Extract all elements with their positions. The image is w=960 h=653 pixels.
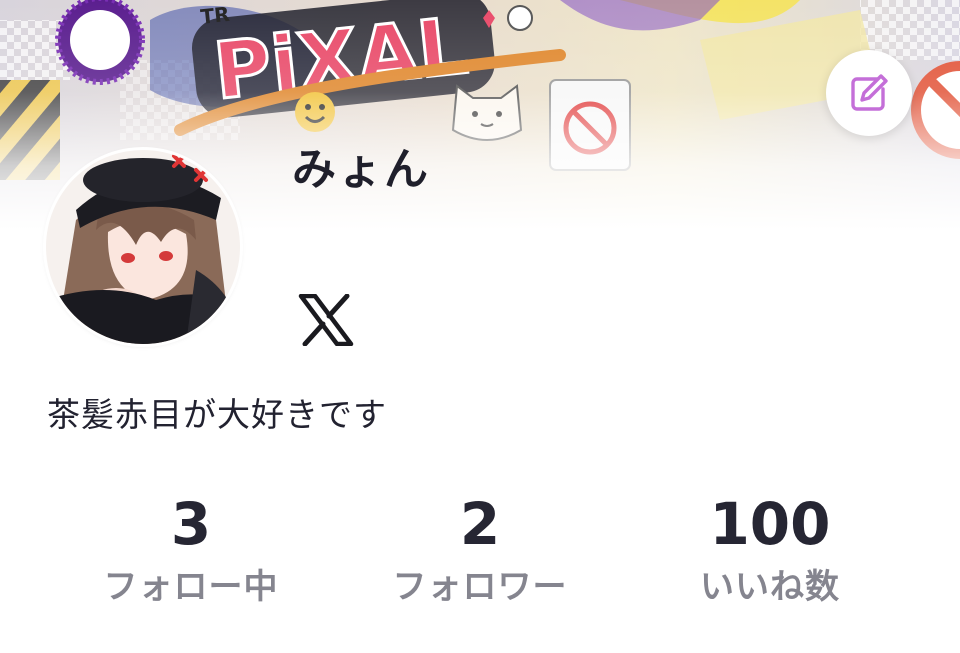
profile-page: PiXAL TR みょん 茶髪赤目が大好きです 3 フォロー中 2 フォロワー … bbox=[0, 0, 960, 653]
following-stat[interactable]: 3 フォロー中 bbox=[71, 488, 311, 614]
followers-count: 2 bbox=[459, 490, 501, 558]
likes-count: 100 bbox=[709, 490, 831, 558]
avatar[interactable] bbox=[46, 150, 240, 344]
likes-stat[interactable]: 100 いいね数 bbox=[650, 488, 890, 614]
followers-stat[interactable]: 2 フォロワー bbox=[360, 488, 600, 614]
followers-label: フォロワー bbox=[392, 567, 568, 607]
x-logo-icon bbox=[298, 294, 354, 346]
following-count: 3 bbox=[170, 490, 212, 558]
edit-profile-button[interactable] bbox=[826, 50, 912, 136]
following-label: フォロー中 bbox=[103, 567, 279, 607]
banner-logo-tag: TR bbox=[199, 2, 230, 29]
no-sign-icon bbox=[549, 79, 631, 171]
display-name: みょん bbox=[292, 144, 430, 195]
x-profile-link[interactable] bbox=[296, 292, 356, 348]
spiky-badge-shape bbox=[55, 0, 145, 85]
smiley-icon bbox=[295, 92, 335, 132]
edit-pencil-icon bbox=[851, 74, 888, 111]
avatar-illustration bbox=[46, 150, 240, 344]
red-circle-sign bbox=[911, 61, 960, 159]
profile-stats: 3 フォロー中 2 フォロワー 100 いいね数 bbox=[0, 488, 960, 628]
likes-label: いいね数 bbox=[700, 567, 840, 607]
profile-bio: 茶髪赤目が大好きです bbox=[47, 395, 387, 434]
